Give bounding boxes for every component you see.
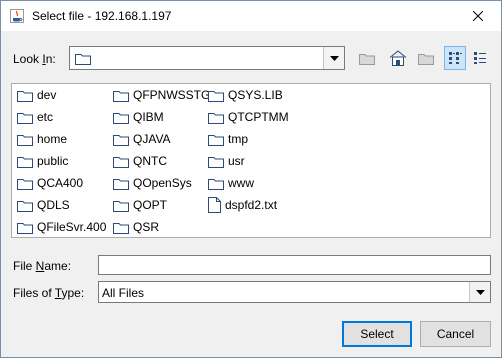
folder-icon bbox=[113, 90, 129, 102]
item-label: QSR bbox=[133, 220, 160, 234]
new-folder-icon bbox=[418, 54, 434, 65]
folder-item[interactable]: dev bbox=[17, 86, 56, 104]
details-view-button[interactable] bbox=[469, 46, 491, 70]
folder-icon bbox=[113, 156, 129, 168]
file-name-label: File Name: bbox=[13, 259, 72, 273]
folder-icon bbox=[208, 178, 224, 190]
folder-icon bbox=[208, 112, 224, 124]
folder-icon bbox=[113, 222, 129, 234]
item-label: dev bbox=[37, 88, 57, 102]
folder-item[interactable]: QIBM bbox=[113, 108, 164, 126]
up-folder-icon bbox=[359, 54, 375, 65]
folder-icon bbox=[17, 200, 33, 212]
folder-item[interactable]: QOpenSys bbox=[113, 174, 192, 192]
folder-icon bbox=[17, 156, 33, 168]
folder-item[interactable]: QDLS bbox=[17, 196, 70, 214]
item-label: QOPT bbox=[133, 198, 168, 212]
folder-icon bbox=[17, 90, 33, 102]
folder-item[interactable]: usr bbox=[208, 152, 245, 170]
folder-icon bbox=[208, 134, 224, 146]
item-label: QSYS.LIB bbox=[228, 88, 283, 102]
item-label: QJAVA bbox=[133, 132, 171, 146]
item-label: QIBM bbox=[133, 110, 164, 124]
up-one-level-button[interactable] bbox=[356, 46, 378, 70]
file-list[interactable]: dev etc home public QCA400 QDLS QFileSvr.400 QF… bbox=[11, 83, 491, 238]
file-type-combo[interactable]: All Files bbox=[98, 281, 491, 303]
item-label: QTCPTMM bbox=[228, 110, 289, 124]
folder-icon bbox=[208, 156, 224, 168]
folder-icon bbox=[75, 54, 91, 65]
list-view-button[interactable] bbox=[444, 46, 466, 70]
item-label: public bbox=[37, 154, 69, 168]
list-view-icon bbox=[449, 52, 462, 64]
look-in-label: Look In: bbox=[13, 52, 56, 66]
folder-item[interactable]: etc bbox=[17, 108, 53, 126]
item-label: QNTC bbox=[133, 154, 167, 168]
home-button[interactable] bbox=[387, 46, 409, 70]
file-chooser-dialog: Select file - 192.168.1.197 Look In: dev… bbox=[0, 0, 502, 358]
folder-icon bbox=[113, 112, 129, 124]
folder-icon bbox=[17, 178, 33, 190]
close-button[interactable] bbox=[455, 1, 501, 31]
file-type-dropdown-button[interactable] bbox=[469, 282, 490, 302]
look-in-dropdown-button[interactable] bbox=[323, 47, 344, 69]
chevron-down-icon bbox=[475, 289, 485, 295]
java-icon bbox=[10, 9, 24, 23]
item-label: QCA400 bbox=[37, 176, 84, 190]
home-icon bbox=[389, 50, 407, 66]
folder-icon bbox=[17, 222, 33, 234]
folder-icon bbox=[113, 178, 129, 190]
file-type-value: All Files bbox=[102, 286, 145, 300]
item-label: dspfd2.txt bbox=[225, 198, 278, 212]
file-icon bbox=[208, 197, 221, 213]
window-title: Select file - 192.168.1.197 bbox=[32, 9, 172, 23]
folder-icon bbox=[113, 200, 129, 212]
folder-item[interactable]: QFileSvr.400 bbox=[17, 218, 106, 236]
file-item[interactable]: dspfd2.txt bbox=[208, 196, 277, 214]
folder-item[interactable]: QFPNWSSTG bbox=[113, 86, 210, 104]
select-button[interactable]: Select bbox=[342, 321, 412, 347]
item-label: tmp bbox=[228, 132, 249, 146]
folder-icon bbox=[113, 134, 129, 146]
close-icon bbox=[473, 11, 483, 21]
folder-item[interactable]: QSYS.LIB bbox=[208, 86, 283, 104]
new-folder-button[interactable] bbox=[415, 46, 437, 70]
title-bar: Select file - 192.168.1.197 bbox=[1, 1, 501, 31]
chevron-down-icon bbox=[329, 55, 339, 61]
folder-icon bbox=[17, 134, 33, 146]
item-label: www bbox=[228, 176, 254, 190]
details-view-icon bbox=[474, 52, 486, 64]
item-label: QFileSvr.400 bbox=[37, 220, 107, 234]
item-label: etc bbox=[37, 110, 54, 124]
folder-item[interactable]: home bbox=[17, 130, 67, 148]
folder-item[interactable]: www bbox=[208, 174, 254, 192]
folder-item[interactable]: QJAVA bbox=[113, 130, 171, 148]
folder-item[interactable]: QSR bbox=[113, 218, 159, 236]
look-in-combo[interactable] bbox=[69, 46, 345, 70]
folder-icon bbox=[208, 90, 224, 102]
folder-icon bbox=[17, 112, 33, 124]
folder-item[interactable]: QNTC bbox=[113, 152, 167, 170]
item-label: QDLS bbox=[37, 198, 70, 212]
item-label: home bbox=[37, 132, 68, 146]
folder-item[interactable]: QTCPTMM bbox=[208, 108, 289, 126]
folder-item[interactable]: QCA400 bbox=[17, 174, 83, 192]
file-name-input[interactable] bbox=[98, 255, 491, 275]
folder-item[interactable]: tmp bbox=[208, 130, 248, 148]
item-label: QOpenSys bbox=[133, 176, 192, 190]
folder-item[interactable]: public bbox=[17, 152, 68, 170]
cancel-button[interactable]: Cancel bbox=[420, 321, 491, 347]
item-label: usr bbox=[228, 154, 245, 168]
folder-item[interactable]: QOPT bbox=[113, 196, 167, 214]
file-type-label: Files of Type: bbox=[13, 286, 85, 300]
item-label: QFPNWSSTG bbox=[133, 88, 211, 102]
